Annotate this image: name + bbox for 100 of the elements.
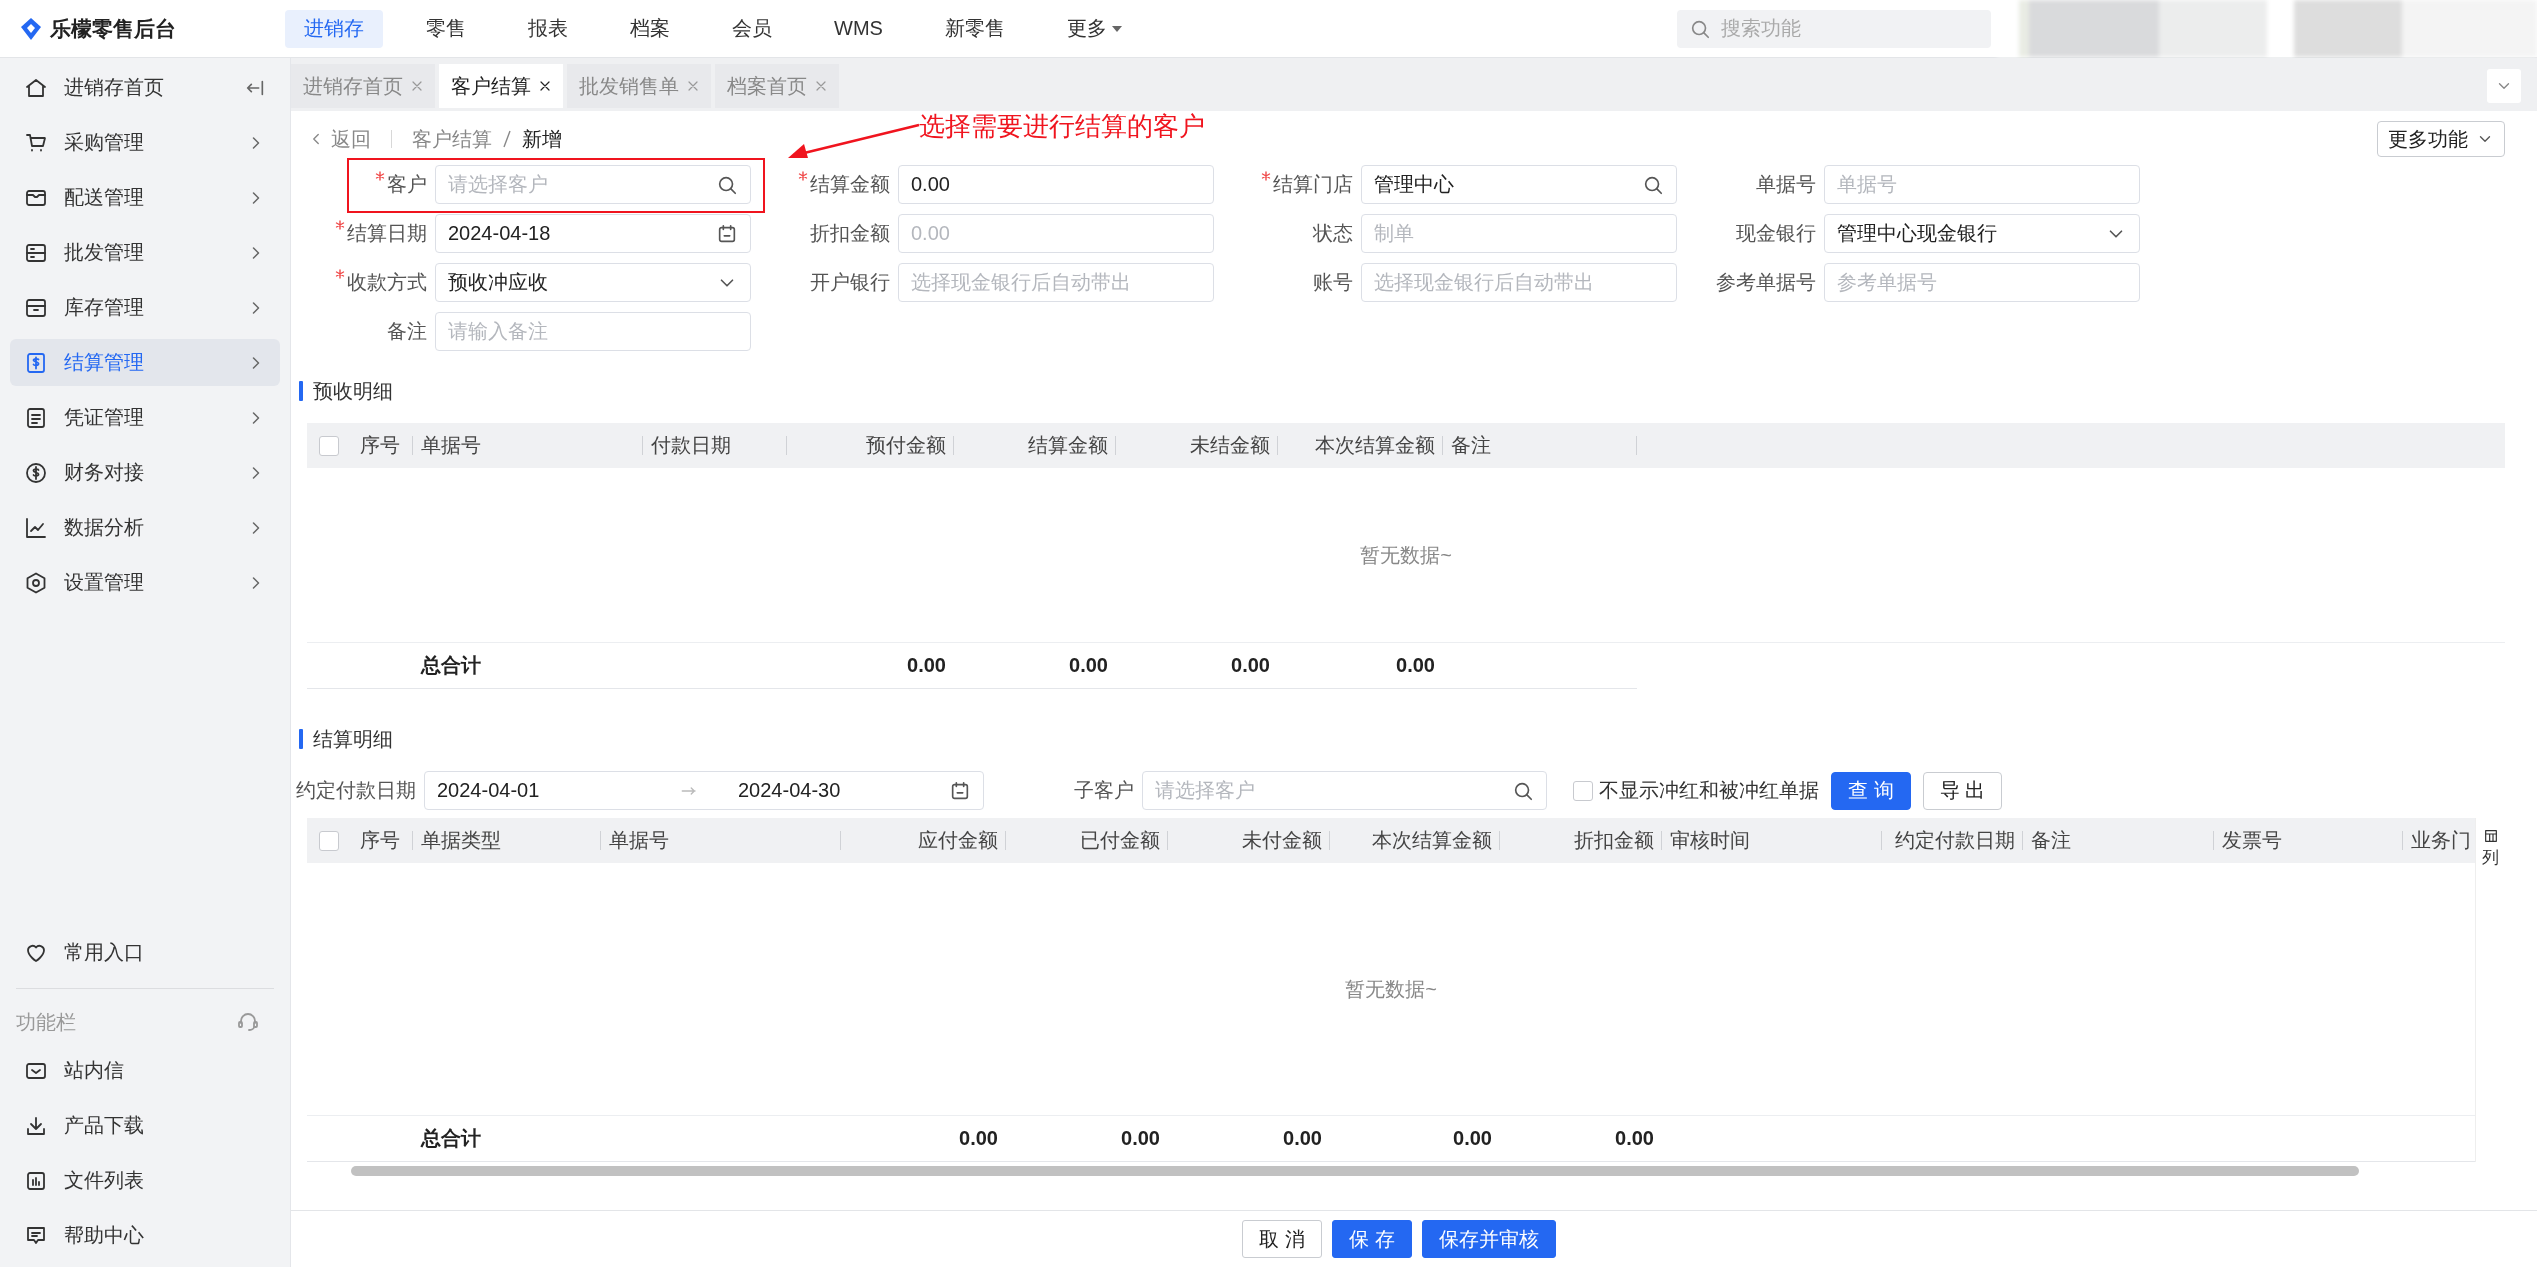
column-header[interactable]: 单据号 bbox=[421, 432, 481, 459]
caret-icon bbox=[1110, 24, 1123, 33]
sidebar-item[interactable]: 产品下载 bbox=[10, 1102, 280, 1149]
total-value: 0.00 bbox=[959, 1127, 998, 1150]
empty-message: 暂无数据~ bbox=[1360, 542, 1452, 568]
nav-tab[interactable]: 更多 bbox=[1047, 9, 1142, 48]
column-header[interactable]: 未结金额 bbox=[1190, 432, 1270, 459]
nav-tab[interactable]: 零售 bbox=[407, 9, 485, 48]
total-value: 0.00 bbox=[1283, 1127, 1322, 1150]
total-value: 0.00 bbox=[1615, 1127, 1654, 1150]
nav-tab[interactable]: 新零售 bbox=[925, 9, 1024, 48]
sidebar-item[interactable]: 凭证管理 bbox=[10, 394, 280, 441]
field-label: 现金银行 bbox=[1736, 221, 1816, 246]
column-header[interactable]: 结算金额 bbox=[1028, 432, 1108, 459]
field-label: 结算门店 bbox=[1273, 172, 1353, 197]
save-and-approve-button[interactable]: 保存并审核 bbox=[1421, 1220, 1556, 1258]
field-label: 账号 bbox=[1313, 270, 1353, 295]
total-value: 0.00 bbox=[1121, 1127, 1160, 1150]
input-field[interactable]: 0.00 bbox=[898, 165, 1214, 204]
hexagon-icon bbox=[24, 570, 48, 595]
section-marker bbox=[299, 729, 303, 749]
section-marker bbox=[299, 381, 303, 401]
required-mark-icon bbox=[798, 171, 808, 181]
column-header[interactable]: 未付金额 bbox=[1242, 827, 1322, 854]
sidebar-item[interactable]: 结算管理 bbox=[10, 339, 280, 386]
export-button[interactable]: 导 出 bbox=[1922, 771, 2003, 810]
tabs-menu-button[interactable] bbox=[2487, 69, 2521, 103]
sidebar-item[interactable]: 采购管理 bbox=[10, 119, 280, 166]
select-field[interactable]: 预收冲应收 bbox=[435, 263, 751, 302]
more-functions-button[interactable]: 更多功能 bbox=[2377, 121, 2505, 157]
sidebar-item[interactable]: 设置管理 bbox=[10, 559, 280, 606]
total-value: 0.00 bbox=[907, 654, 946, 677]
field-label: 约定付款日期 bbox=[296, 778, 416, 803]
column-header[interactable]: 业务门 bbox=[2411, 827, 2471, 854]
sidebar-item[interactable]: 数据分析 bbox=[10, 504, 280, 551]
column-header[interactable]: 本次结算金额 bbox=[1372, 827, 1492, 854]
columns-icon bbox=[2482, 828, 2499, 844]
sidebar-item[interactable]: 常用入口 bbox=[10, 929, 280, 976]
column-header[interactable]: 审核时间 bbox=[1670, 827, 1750, 854]
cancel-button[interactable]: 取 消 bbox=[1242, 1220, 1322, 1258]
save-button[interactable]: 保 存 bbox=[1332, 1220, 1412, 1258]
query-button[interactable]: 查 询 bbox=[1831, 771, 1911, 810]
total-value: 0.00 bbox=[1453, 1127, 1492, 1150]
column-header[interactable]: 本次结算金额 bbox=[1315, 432, 1435, 459]
field-label: 备注 bbox=[387, 319, 427, 344]
sidebar-item[interactable]: 文件列表 bbox=[10, 1157, 280, 1204]
checkbox-label: 不显示冲红和被冲红单据 bbox=[1599, 778, 1819, 803]
nav-tab[interactable]: 进销存 bbox=[285, 9, 383, 48]
field-label: 结算日期 bbox=[347, 221, 427, 246]
horizontal-scrollbar[interactable] bbox=[351, 1166, 2359, 1176]
column-header[interactable]: 折扣金额 bbox=[1574, 827, 1654, 854]
column-header[interactable]: 单据类型 bbox=[421, 827, 501, 854]
logo-icon bbox=[20, 16, 42, 41]
column-header[interactable]: 备注 bbox=[1451, 432, 1491, 459]
required-mark-icon bbox=[335, 269, 345, 279]
total-label: 总合计 bbox=[421, 1126, 481, 1151]
nav-tab[interactable]: 会员 bbox=[713, 9, 791, 48]
column-header[interactable]: 预付金额 bbox=[866, 432, 946, 459]
empty-message: 暂无数据~ bbox=[1345, 976, 1437, 1002]
dollar-circle-icon bbox=[24, 460, 48, 485]
field-label: 参考单据号 bbox=[1716, 270, 1816, 295]
nav-tab[interactable]: 报表 bbox=[509, 9, 587, 48]
breadcrumb-link[interactable]: 客户结算 bbox=[412, 125, 492, 153]
page-tab[interactable]: 客户结算 bbox=[439, 64, 563, 108]
field-label: 状态 bbox=[1313, 221, 1353, 246]
column-header[interactable]: 备注 bbox=[2031, 827, 2071, 854]
date-range-field[interactable]: 2024-04-01 2024-04-30 bbox=[424, 771, 984, 810]
column-header[interactable]: 付款日期 bbox=[651, 432, 731, 459]
select-field[interactable]: 管理中心现金银行 bbox=[1824, 214, 2140, 253]
sidebar-item[interactable]: 进销存首页 bbox=[10, 64, 280, 111]
section-title: 预收明细 bbox=[313, 378, 393, 404]
date-field[interactable]: 2024-04-18 bbox=[435, 214, 751, 253]
field-label: 开户银行 bbox=[810, 270, 890, 295]
sidebar-item[interactable]: 站内信 bbox=[10, 1047, 280, 1094]
sidebar-item[interactable]: 批发管理 bbox=[10, 229, 280, 276]
sidebar-item[interactable]: 配送管理 bbox=[10, 174, 280, 221]
required-mark-icon bbox=[375, 171, 385, 181]
nav-tab[interactable]: 档案 bbox=[611, 9, 689, 48]
required-mark-icon bbox=[335, 220, 345, 230]
checkbox[interactable] bbox=[1573, 780, 1593, 801]
column-header[interactable]: 应付金额 bbox=[918, 827, 998, 854]
column-header[interactable]: 约定付款日期 bbox=[1895, 827, 2015, 854]
required-mark-icon bbox=[1261, 171, 1271, 181]
column-header[interactable]: 单据号 bbox=[609, 827, 669, 854]
column-header[interactable]: 序号 bbox=[360, 432, 400, 459]
column-header[interactable]: 序号 bbox=[360, 827, 400, 854]
sidebar-item[interactable]: 库存管理 bbox=[10, 284, 280, 331]
search-field[interactable]: 管理中心 bbox=[1361, 165, 1677, 204]
column-header[interactable]: 发票号 bbox=[2222, 827, 2282, 854]
column-header[interactable]: 已付金额 bbox=[1080, 827, 1160, 854]
checkbox[interactable] bbox=[319, 435, 339, 456]
checkbox[interactable] bbox=[319, 830, 339, 851]
dollar-document-icon bbox=[24, 350, 48, 375]
field-label: 单据号 bbox=[1756, 172, 1816, 197]
section-title: 结算明细 bbox=[313, 726, 393, 752]
nav-tab[interactable]: WMS bbox=[815, 9, 902, 48]
back-link[interactable]: 返回 bbox=[307, 125, 371, 153]
sidebar-item[interactable]: 财务对接 bbox=[10, 449, 280, 496]
sidebar-item[interactable]: 帮助中心 bbox=[10, 1212, 280, 1259]
field-label: 客户 bbox=[387, 172, 427, 197]
